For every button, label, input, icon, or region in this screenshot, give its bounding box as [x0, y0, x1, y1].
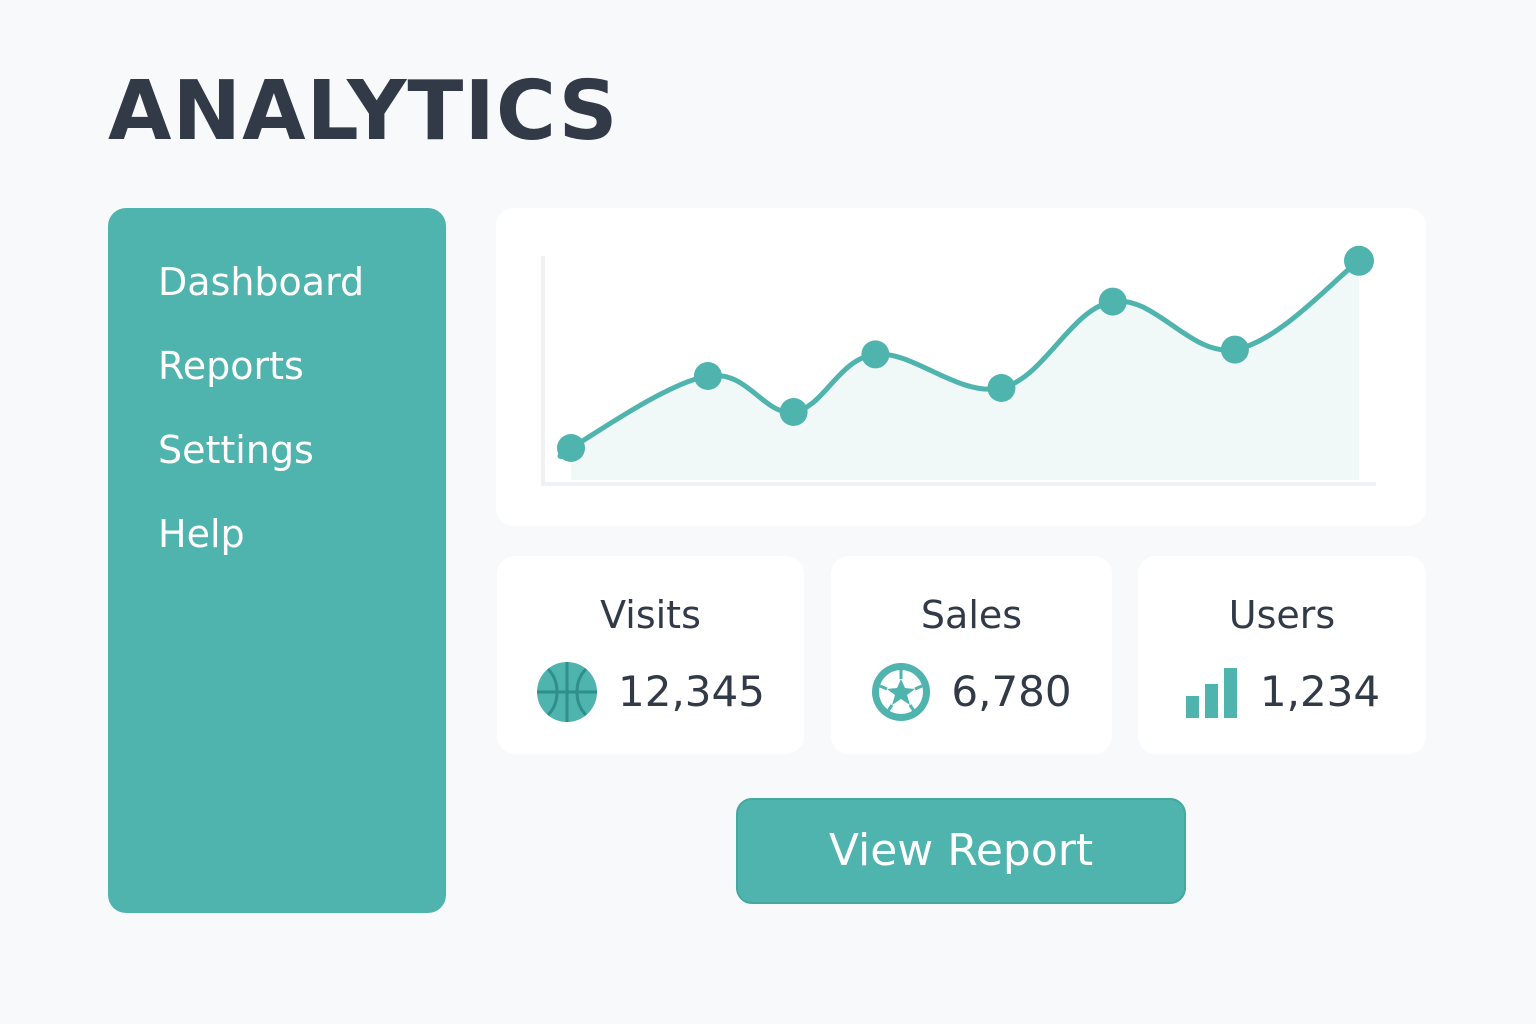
data-point	[987, 374, 1016, 402]
bar-chart-icon	[1184, 664, 1240, 720]
stat-value-visits: 12,345	[618, 667, 765, 716]
stat-card-users: Users 1,234	[1138, 556, 1426, 754]
analytics-page: ANALYTICS Dashboard Reports Settings Hel…	[0, 0, 1536, 1024]
stat-label-visits: Visits	[600, 593, 701, 637]
stat-label-users: Users	[1228, 593, 1336, 637]
page-title: ANALYTICS	[108, 64, 619, 159]
sidebar-item-reports[interactable]: Reports	[158, 344, 446, 428]
stat-card-visits: Visits 12,345	[497, 556, 804, 754]
soccer-ball-icon	[871, 662, 931, 722]
stat-value-users: 1,234	[1259, 667, 1381, 716]
sidebar: Dashboard Reports Settings Help	[108, 208, 446, 913]
data-point	[861, 340, 890, 369]
data-point	[1098, 287, 1127, 316]
line-chart	[541, 245, 1376, 486]
data-point	[557, 434, 585, 462]
stat-card-sales: Sales 6,780	[831, 556, 1112, 754]
stat-label-sales: Sales	[920, 593, 1023, 637]
sidebar-item-settings[interactable]: Settings	[158, 428, 446, 512]
data-point	[1220, 335, 1249, 364]
chart-card	[496, 208, 1426, 526]
series-area	[560, 260, 1359, 480]
stat-value-sales: 6,780	[951, 667, 1072, 716]
basketball-icon	[536, 661, 598, 723]
view-report-button[interactable]: View Report	[736, 798, 1186, 904]
data-point	[1344, 245, 1374, 276]
data-point	[693, 362, 722, 390]
sidebar-item-help[interactable]: Help	[158, 512, 446, 596]
sidebar-item-dashboard[interactable]: Dashboard	[158, 260, 446, 344]
data-point	[779, 398, 808, 426]
